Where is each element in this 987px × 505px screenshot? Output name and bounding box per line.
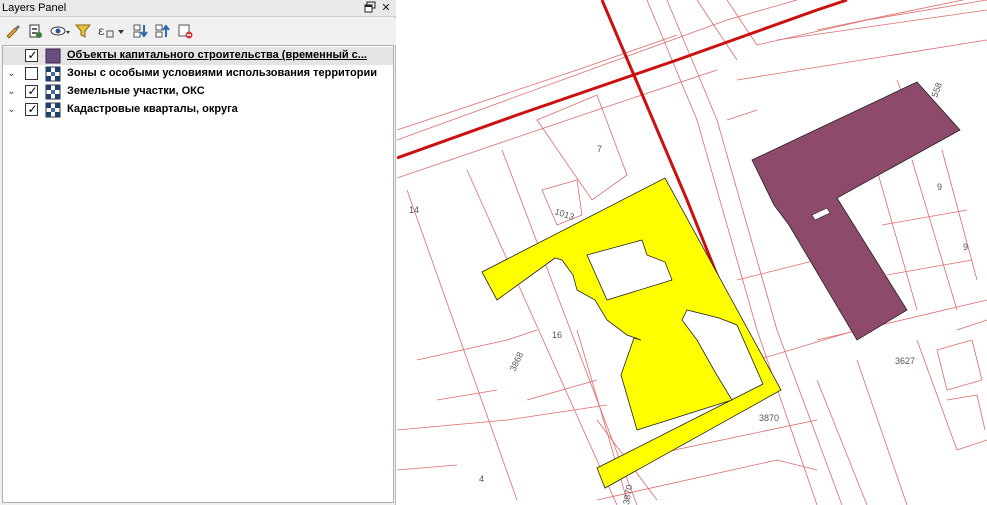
visibility-eye-icon[interactable] <box>50 22 70 42</box>
chevron-down-icon[interactable]: ⌄ <box>6 67 17 81</box>
layer-visibility-checkbox[interactable]: ✓ <box>25 102 38 116</box>
filter-legend-icon[interactable] <box>74 22 94 42</box>
map-label: 3627 <box>895 356 915 366</box>
layer-row-zones[interactable]: ⌄ Зоны с особыми условиями использования… <box>3 65 393 83</box>
layers-panel: Layers Panel ✕ ε ✓ Объекты капитального … <box>0 0 396 505</box>
map-label: 3870 <box>621 484 634 505</box>
layer-visibility-checkbox[interactable]: ✓ <box>25 84 38 98</box>
layer-visibility-checkbox[interactable] <box>25 67 38 80</box>
collapse-all-icon[interactable] <box>154 22 174 42</box>
map-label: 4 <box>479 474 484 484</box>
map-label: 3870 <box>759 413 779 423</box>
remove-layer-icon[interactable] <box>176 22 196 42</box>
map-svg[interactable]: 7 1013 14 16 3868 3870 3627 9 9 558 4 38… <box>397 0 987 505</box>
map-label: 1013 <box>553 206 575 222</box>
panel-title: Layers Panel <box>2 2 67 14</box>
app-window: Layers Panel ✕ ε ✓ Объекты капитального … <box>0 0 987 505</box>
map-label: 7 <box>597 144 602 154</box>
map-label: 3868 <box>508 350 526 372</box>
layer-visibility-checkbox[interactable]: ✓ <box>25 48 38 62</box>
layer-label: Земельные участки, ОКС <box>67 85 205 97</box>
map-label: 9 <box>963 242 968 252</box>
layer-tree: ✓ Объекты капитального строительства (вр… <box>2 45 394 503</box>
layer-row-cadastral[interactable]: ⌄ ✓ Кадастровые кварталы, округа <box>3 101 393 119</box>
layer-label: Зоны с особыми условиями использования т… <box>67 67 378 79</box>
building-polygon[interactable] <box>751 81 961 341</box>
rule-style-icon <box>45 84 61 100</box>
map-label: 14 <box>409 205 419 215</box>
polygon-fill-icon <box>45 48 61 64</box>
rule-style-icon <box>45 102 61 118</box>
rule-style-icon <box>45 66 61 82</box>
map-canvas[interactable]: 7 1013 14 16 3868 3870 3627 9 9 558 4 38… <box>397 0 987 505</box>
style-manager-icon[interactable] <box>4 22 24 42</box>
close-icon[interactable]: ✕ <box>379 1 393 15</box>
map-label: 558 <box>929 81 944 99</box>
svg-text:ε: ε <box>98 24 104 38</box>
layer-label: Кадастровые кварталы, округа <box>67 103 238 115</box>
layer-label: Объекты капитального строительства (врем… <box>67 49 367 61</box>
expand-all-icon[interactable] <box>132 22 152 42</box>
chevron-down-icon[interactable]: ⌄ <box>6 103 17 117</box>
map-label: 16 <box>552 330 562 340</box>
layer-row-buildings[interactable]: ✓ Объекты капитального строительства (вр… <box>3 47 393 65</box>
layers-toolbar: ε <box>0 18 396 45</box>
layer-row-parcels[interactable]: ⌄ ✓ Земельные участки, ОКС <box>3 83 393 101</box>
panel-title-bar: Layers Panel ✕ <box>0 0 396 17</box>
add-group-icon[interactable] <box>26 22 46 42</box>
filter-expression-icon[interactable]: ε <box>97 22 124 42</box>
map-label: 9 <box>937 182 942 192</box>
float-window-icon[interactable] <box>363 1 377 15</box>
chevron-down-icon[interactable]: ⌄ <box>6 85 17 99</box>
